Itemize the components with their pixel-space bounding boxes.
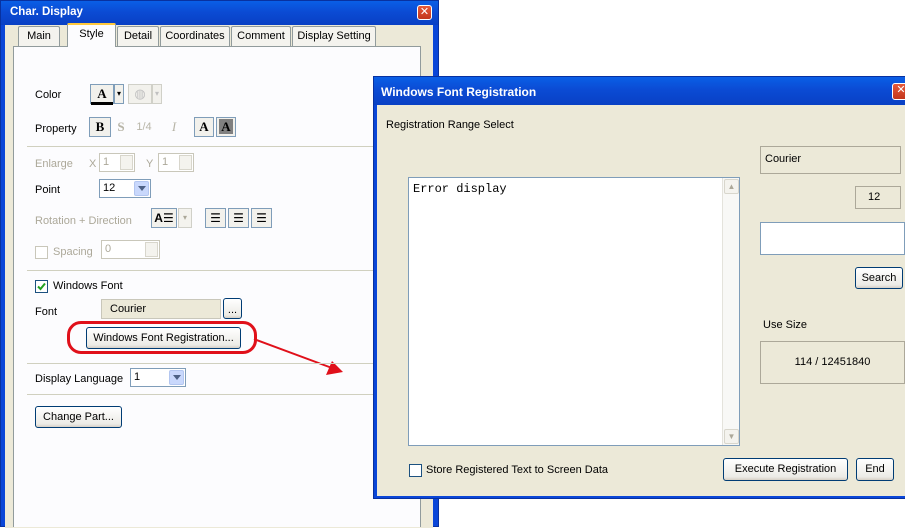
store-text-checkbox[interactable]: [409, 464, 422, 477]
chevron-down-icon[interactable]: ▾: [114, 84, 124, 104]
enlarge-label: Enlarge: [35, 158, 73, 170]
browse-font-button[interactable]: ...: [223, 298, 242, 319]
close-icon[interactable]: ✕: [892, 83, 905, 100]
tab-coordinates[interactable]: Coordinates: [160, 26, 230, 46]
title-bar[interactable]: Char. Display ✕: [1, 1, 438, 25]
color-swatch: [91, 102, 113, 105]
use-size-display: 114 / 12451840: [760, 341, 905, 384]
tab-main[interactable]: Main: [18, 26, 60, 46]
scroll-up-icon[interactable]: ▲: [724, 179, 739, 194]
use-size-label: Use Size: [763, 319, 808, 331]
reverse-text-glyph: A: [219, 119, 233, 134]
palette-icon: ◍: [128, 84, 152, 104]
spacing-checkbox: [35, 246, 48, 259]
change-part-button[interactable]: Change Part...: [35, 406, 122, 428]
italic-button: I: [171, 119, 177, 134]
checkmark-icon: [37, 282, 46, 291]
window-title: Char. Display: [10, 6, 83, 18]
store-text-label: Store Registered Text to Screen Data: [426, 464, 609, 476]
highlight-outline: [67, 321, 257, 354]
windows-font-checkbox[interactable]: [35, 280, 48, 293]
color-label: Color: [35, 89, 62, 101]
text-color-icon: A: [97, 86, 107, 101]
divider: [27, 270, 407, 271]
bold-button[interactable]: B: [89, 117, 111, 137]
align-center-icon[interactable]: ☰: [228, 208, 249, 228]
tab-detail[interactable]: Detail: [117, 26, 159, 46]
enlarge-y-spinner: 1: [158, 153, 194, 172]
window-title: Windows Font Registration: [381, 85, 537, 99]
quarter-size-button: 1/4: [136, 121, 152, 133]
chevron-down-icon: ▾: [178, 208, 192, 228]
point-label: Point: [35, 184, 61, 196]
registration-text: Error display: [413, 182, 507, 196]
font-name-field: Courier: [101, 299, 221, 319]
rotation-label: Rotation + Direction: [35, 215, 132, 227]
range-select-label: Registration Range Select: [386, 119, 514, 131]
tab-style[interactable]: Style: [67, 23, 116, 47]
shadow-button: S: [117, 119, 125, 134]
text-direction-icon[interactable]: A☰: [151, 208, 177, 228]
search-input[interactable]: [760, 222, 905, 255]
font-label: Font: [35, 306, 58, 318]
end-button[interactable]: End: [856, 458, 894, 481]
spacing-label: Spacing: [53, 246, 93, 258]
execute-registration-button[interactable]: Execute Registration: [723, 458, 848, 481]
vertical-scrollbar[interactable]: ▲ ▼: [722, 178, 739, 445]
display-language-select[interactable]: 1: [130, 368, 186, 387]
enlarge-y-label: Y: [146, 158, 154, 170]
reverse-text-button[interactable]: A: [216, 117, 236, 137]
tab-display-setting[interactable]: Display Setting: [292, 26, 376, 46]
search-button[interactable]: Search: [855, 267, 903, 289]
divider: [27, 394, 407, 395]
chevron-down-icon: ▾: [152, 84, 162, 104]
property-label: Property: [35, 123, 77, 135]
align-right-icon[interactable]: ☰: [251, 208, 272, 228]
font-size-display: 12: [855, 186, 901, 209]
align-left-icon[interactable]: ☰: [205, 208, 226, 228]
divider: [27, 146, 407, 147]
spacing-spinner: 0: [101, 240, 160, 259]
close-icon[interactable]: ✕: [417, 5, 432, 20]
registration-text-area[interactable]: Error display ▲ ▼: [408, 177, 740, 446]
point-select[interactable]: 12: [99, 179, 151, 198]
text-color-button[interactable]: A: [90, 84, 114, 104]
scroll-down-icon[interactable]: ▼: [724, 429, 739, 444]
windows-font-label: Windows Font: [53, 280, 123, 292]
enlarge-x-label: X: [89, 158, 97, 170]
tab-comment[interactable]: Comment: [231, 26, 291, 46]
font-name-display: Courier: [760, 146, 901, 174]
display-language-label: Display Language: [35, 373, 124, 385]
normal-text-button[interactable]: A: [194, 117, 214, 137]
enlarge-x-spinner: 1: [99, 153, 135, 172]
title-bar[interactable]: Windows Font Registration ✕: [374, 77, 905, 105]
pointer-arrow: [253, 338, 343, 375]
divider: [27, 363, 407, 364]
